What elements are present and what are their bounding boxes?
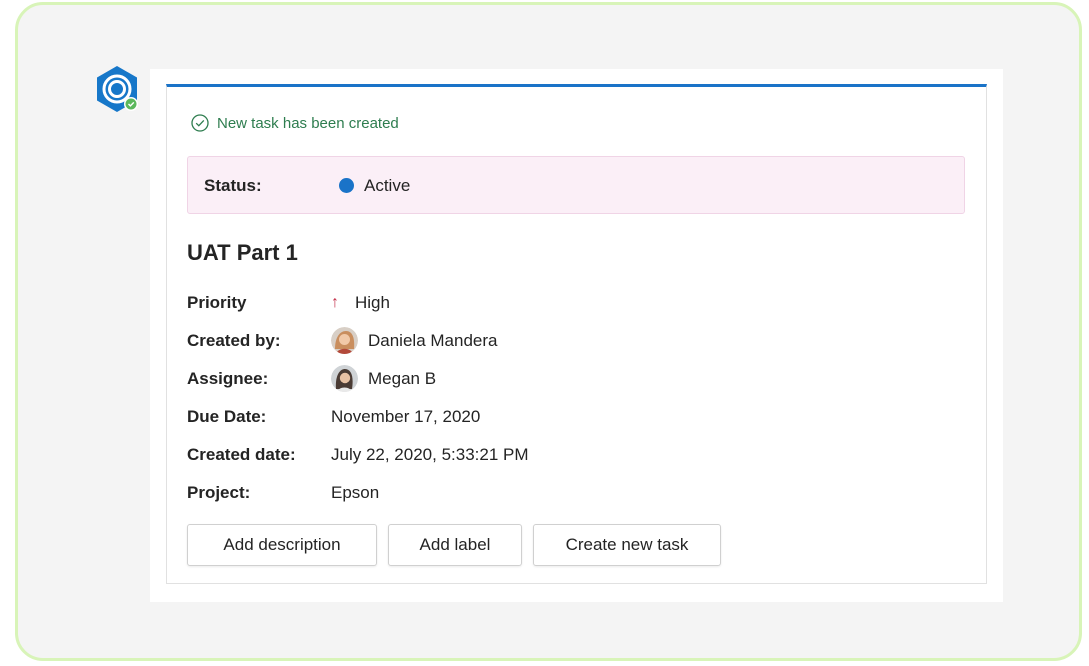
avatar[interactable] <box>331 365 358 392</box>
created-by-value: Daniela Mandera <box>331 327 497 354</box>
confirmation-banner: New task has been created <box>191 112 399 134</box>
due-date-label: Due Date: <box>187 407 267 426</box>
priority-value: ↑ High <box>331 293 390 313</box>
created-by-label: Created by: <box>187 331 281 350</box>
status-label: Status: <box>204 176 262 195</box>
assignee-name: Megan B <box>368 368 437 388</box>
assignee-value: Megan B <box>331 365 436 392</box>
task-title: UAT Part 1 <box>187 240 298 265</box>
bot-logo-icon <box>97 66 138 112</box>
bot-avatar[interactable] <box>93 65 141 113</box>
priority-label: Priority <box>187 293 247 312</box>
status-dot-icon <box>339 178 354 193</box>
project-label: Project: <box>187 483 251 502</box>
confirmation-text: New task has been created <box>217 114 399 132</box>
created-by-name: Daniela Mandera <box>368 330 498 350</box>
project-value: Epson <box>331 483 380 502</box>
created-date-label: Created date: <box>187 445 296 464</box>
check-circle-icon <box>191 114 209 132</box>
task-card: New task has been created Status: Active… <box>166 84 987 584</box>
add-label-button[interactable]: Add label <box>388 524 522 566</box>
due-date-value: November 17, 2020 <box>331 407 481 426</box>
created-date-value: July 22, 2020, 5:33:21 PM <box>331 445 529 464</box>
assignee-label: Assignee: <box>187 369 269 388</box>
avatar[interactable] <box>331 327 358 354</box>
add-description-button[interactable]: Add description <box>187 524 377 566</box>
status-value: Active <box>364 176 411 195</box>
status-panel: Status: Active <box>187 156 965 214</box>
priority-text: High <box>355 293 390 312</box>
create-new-task-button[interactable]: Create new task <box>533 524 721 566</box>
arrow-up-icon: ↑ <box>331 294 339 311</box>
